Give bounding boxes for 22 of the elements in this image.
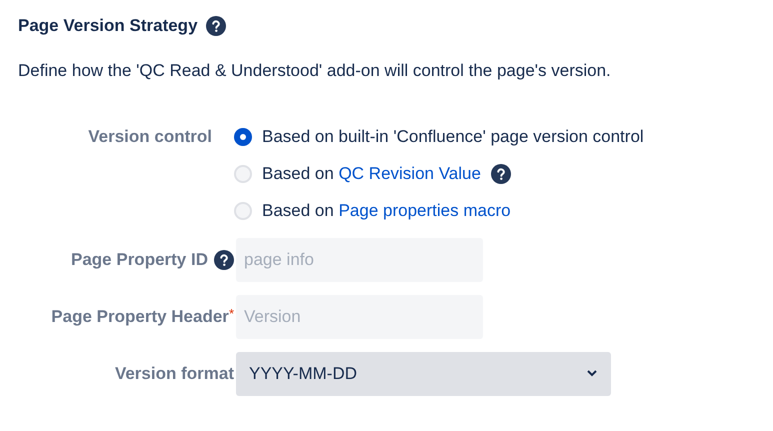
- help-icon[interactable]: [214, 250, 234, 270]
- radio-button[interactable]: [234, 202, 252, 220]
- radio-label: Based on built-in 'Confluence' page version control: [262, 126, 644, 148]
- help-icon[interactable]: [206, 16, 226, 36]
- radio-button[interactable]: [234, 128, 252, 146]
- section-description: Define how the 'QC Read & Understood' add-on will control the page's version.: [18, 60, 612, 82]
- option-link[interactable]: QC Revision Value: [338, 164, 481, 183]
- help-icon[interactable]: [490, 164, 511, 184]
- field-label: Page Property ID: [71, 248, 208, 271]
- radio-label: Based on Page properties macro: [262, 200, 511, 222]
- field-label: Version format: [114, 362, 234, 385]
- option-link[interactable]: Page properties macro: [338, 200, 511, 220]
- section-title: Page Version Strategy: [18, 15, 198, 38]
- radio-label: Based on QC Revision Value: [262, 162, 481, 185]
- text-field[interactable]: page info: [236, 238, 483, 282]
- required-mark: *: [228, 304, 234, 321]
- radio-button[interactable]: [234, 164, 252, 182]
- format-dropdown[interactable]: YYYY-MM-DD: [236, 352, 611, 396]
- chevron-down-icon: [587, 370, 597, 377]
- text-field[interactable]: Version: [236, 294, 483, 338]
- field-label: Version control: [88, 126, 212, 146]
- field-label: Page Property Header: [51, 306, 229, 328]
